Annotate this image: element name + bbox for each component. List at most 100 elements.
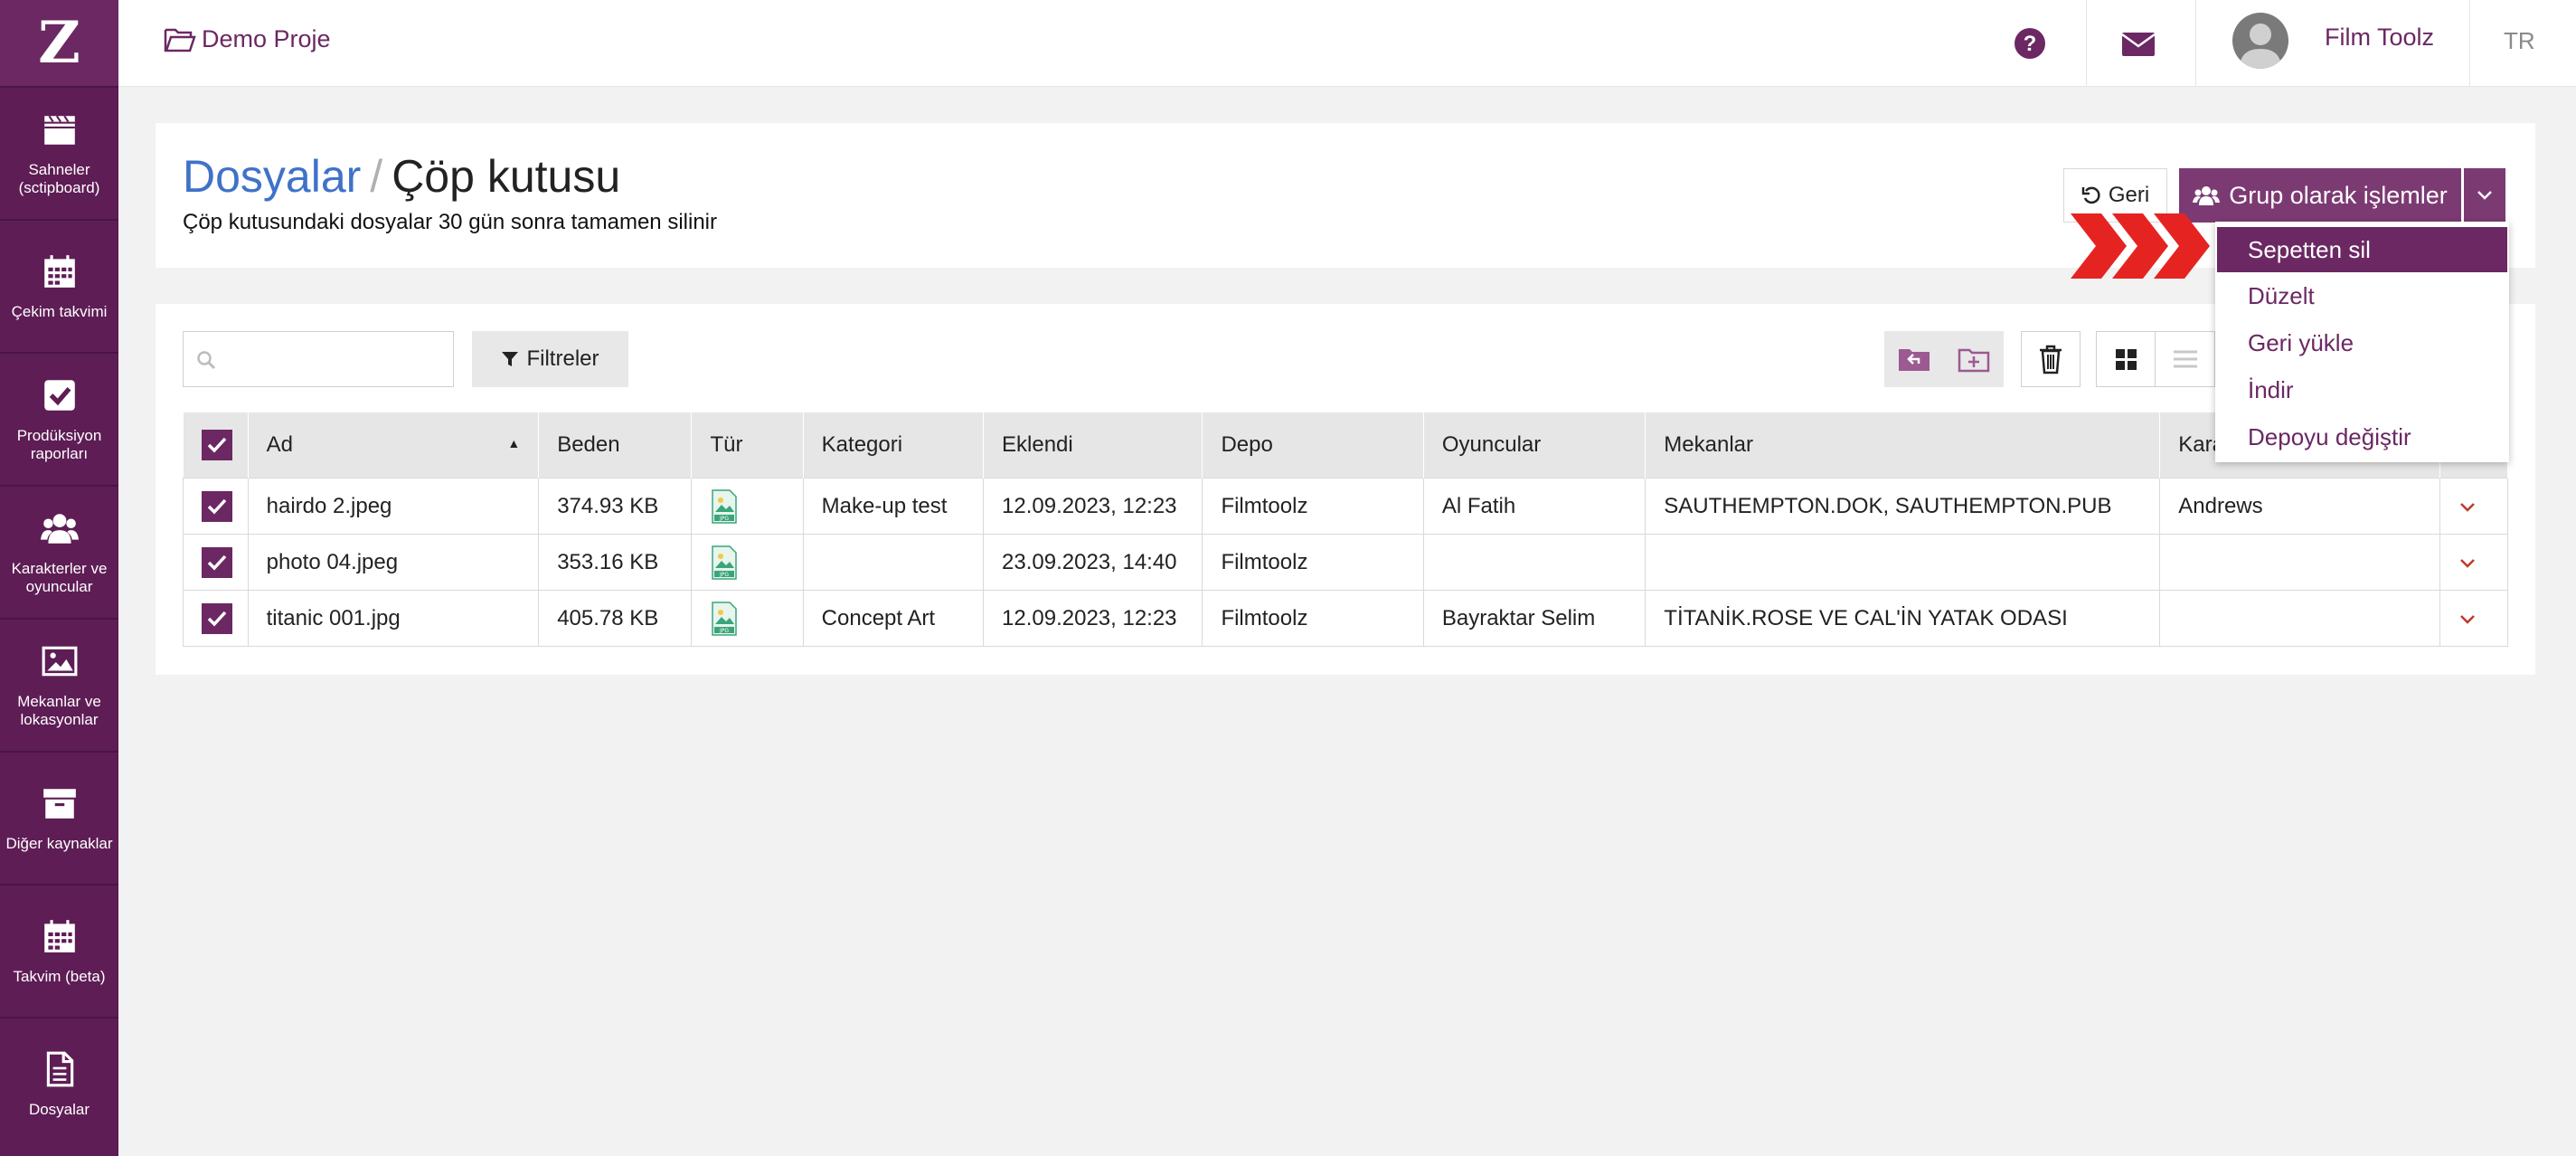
folder-return-icon bbox=[1899, 349, 1930, 371]
search-input[interactable] bbox=[183, 331, 454, 387]
check-icon bbox=[207, 611, 227, 627]
row-actions[interactable] bbox=[2439, 534, 2509, 591]
sidebar: Z Sahneler (sctipboard) Çekim takvimi Pr… bbox=[0, 0, 118, 1156]
column-header-name[interactable]: Ad ▲ bbox=[248, 412, 540, 479]
menu-item-edit[interactable]: Düzelt bbox=[2215, 272, 2509, 319]
grid-icon bbox=[2116, 349, 2137, 370]
svg-text:JPG: JPG bbox=[719, 516, 729, 522]
grid-view-button[interactable] bbox=[2096, 331, 2156, 387]
group-actions-caret-button[interactable] bbox=[2464, 168, 2505, 223]
table-row[interactable]: photo 04.jpeg 353.16 KB JPG 23.09.2023, … bbox=[183, 534, 2509, 591]
sidebar-item-scenes[interactable]: Sahneler (sctipboard) bbox=[0, 86, 118, 219]
project-selector[interactable]: Demo Proje bbox=[164, 25, 331, 53]
breadcrumb-separator: / bbox=[370, 151, 383, 202]
column-header-actors[interactable]: Oyuncular bbox=[1423, 412, 1647, 479]
files-table: Ad ▲ Beden Tür Kategori Eklendi Depo Oyun… bbox=[183, 412, 2509, 647]
help-icon[interactable]: ? bbox=[2012, 25, 2048, 62]
archive-icon bbox=[41, 784, 79, 822]
list-icon bbox=[2173, 350, 2197, 368]
sidebar-item-label: Çekim takvimi bbox=[11, 302, 108, 320]
sidebar-item-shooting-schedule[interactable]: Çekim takvimi bbox=[0, 219, 118, 352]
file-characters bbox=[2159, 534, 2440, 591]
row-actions[interactable] bbox=[2439, 478, 2509, 535]
mail-icon[interactable] bbox=[2120, 29, 2156, 58]
image-icon bbox=[41, 642, 79, 680]
column-header-size[interactable]: Beden bbox=[538, 412, 693, 479]
list-view-button[interactable] bbox=[2156, 331, 2215, 387]
file-characters bbox=[2159, 590, 2440, 647]
file-actors bbox=[1422, 534, 1647, 591]
sidebar-item-locations[interactable]: Mekanlar ve lokasyonlar bbox=[0, 618, 118, 751]
file-depot: Filmtoolz bbox=[1202, 590, 1424, 647]
row-checkbox[interactable] bbox=[202, 602, 232, 634]
column-header-category[interactable]: Kategori bbox=[803, 412, 985, 479]
jpg-file-icon: JPG bbox=[712, 488, 738, 524]
svg-text:JPG: JPG bbox=[719, 572, 729, 578]
table-row[interactable]: hairdo 2.jpeg 374.93 KB JPG Make-up test… bbox=[183, 478, 2509, 535]
table-row[interactable]: titanic 001.jpg 405.78 KB JPG Concept Ar… bbox=[183, 590, 2509, 647]
check-icon bbox=[207, 437, 226, 453]
sidebar-item-characters[interactable]: Karakterler ve oyuncular bbox=[0, 485, 118, 618]
user-name[interactable]: Film Toolz bbox=[2325, 24, 2434, 52]
move-back-button[interactable] bbox=[1884, 331, 1944, 387]
new-folder-button[interactable] bbox=[1944, 331, 2004, 387]
file-size: 405.78 KB bbox=[538, 590, 693, 647]
select-all-checkbox[interactable] bbox=[201, 430, 232, 460]
chevron-down-icon[interactable] bbox=[2458, 502, 2477, 513]
file-type: JPG bbox=[691, 478, 804, 535]
menu-item-download[interactable]: İndir bbox=[2215, 366, 2509, 413]
topbar-divider bbox=[2469, 0, 2470, 86]
menu-item-delete-from-trash[interactable]: Sepetten sil bbox=[2217, 227, 2507, 272]
file-name[interactable]: titanic 001.jpg bbox=[247, 590, 540, 647]
check-icon bbox=[207, 498, 227, 515]
row-select-cell[interactable] bbox=[183, 590, 249, 647]
row-checkbox[interactable] bbox=[202, 546, 232, 578]
file-size: 353.16 KB bbox=[538, 534, 693, 591]
file-added: 12.09.2023, 12:23 bbox=[983, 590, 1203, 647]
sidebar-item-label: Takvim (beta) bbox=[13, 967, 106, 985]
column-header-type[interactable]: Tür bbox=[691, 412, 804, 479]
filters-button[interactable]: Filtreler bbox=[472, 331, 628, 387]
file-name[interactable]: hairdo 2.jpeg bbox=[247, 478, 540, 535]
file-locations: SAUTHEMPTON.DOK, SAUTHEMPTON.PUB bbox=[1645, 478, 2161, 535]
chevron-down-icon[interactable] bbox=[2458, 558, 2477, 569]
language-selector[interactable]: TR bbox=[2504, 27, 2535, 55]
column-header-added[interactable]: Eklendi bbox=[983, 412, 1203, 479]
menu-item-change-depot[interactable]: Depoyu değiştir bbox=[2215, 413, 2509, 460]
clapperboard-icon bbox=[41, 110, 79, 148]
row-select-cell[interactable] bbox=[183, 534, 249, 591]
file-category: Concept Art bbox=[802, 590, 985, 647]
file-category: Make-up test bbox=[802, 478, 985, 535]
menu-item-restore[interactable]: Geri yükle bbox=[2215, 319, 2509, 366]
sidebar-item-files[interactable]: Dosyalar bbox=[0, 1017, 118, 1150]
filters-label: Filtreler bbox=[526, 346, 599, 371]
sidebar-item-label: Karakterler ve oyuncular bbox=[11, 559, 108, 595]
chevron-down-icon[interactable] bbox=[2458, 614, 2477, 625]
row-select-cell[interactable] bbox=[183, 478, 249, 535]
files-panel: Filtreler Ad ▲ Beden Tür Kategori Eklendi… bbox=[156, 304, 2535, 675]
row-checkbox[interactable] bbox=[202, 490, 232, 522]
app-logo[interactable]: Z bbox=[0, 0, 118, 86]
select-all-header[interactable] bbox=[183, 412, 249, 479]
page-title: Çöp kutusu bbox=[392, 151, 621, 202]
row-actions[interactable] bbox=[2439, 590, 2509, 647]
breadcrumb-files-link[interactable]: Dosyalar bbox=[183, 151, 361, 202]
svg-text:?: ? bbox=[2024, 32, 2037, 56]
filter-icon bbox=[502, 352, 519, 366]
undo-icon bbox=[2081, 186, 2100, 204]
column-header-depot[interactable]: Depo bbox=[1202, 412, 1424, 479]
column-header-locations[interactable]: Mekanlar bbox=[1645, 412, 2161, 479]
sidebar-item-production-reports[interactable]: Prodüksiyon raporları bbox=[0, 352, 118, 485]
sidebar-item-other-resources[interactable]: Diğer kaynaklar bbox=[0, 751, 118, 884]
sidebar-item-calendar-beta[interactable]: Takvim (beta) bbox=[0, 884, 118, 1017]
file-type: JPG bbox=[691, 590, 804, 647]
sidebar-item-label: Mekanlar ve lokasyonlar bbox=[17, 692, 101, 728]
project-name: Demo Proje bbox=[202, 25, 331, 52]
avatar[interactable] bbox=[2232, 13, 2288, 69]
group-actions-button[interactable]: Grup olarak işlemler bbox=[2179, 168, 2461, 223]
file-added: 12.09.2023, 12:23 bbox=[983, 478, 1203, 535]
page-subtitle: Çöp kutusundaki dosyalar 30 gün sonra ta… bbox=[183, 210, 717, 234]
trash-button[interactable] bbox=[2021, 331, 2081, 387]
file-name[interactable]: photo 04.jpeg bbox=[247, 534, 540, 591]
file-icon bbox=[41, 1050, 79, 1088]
